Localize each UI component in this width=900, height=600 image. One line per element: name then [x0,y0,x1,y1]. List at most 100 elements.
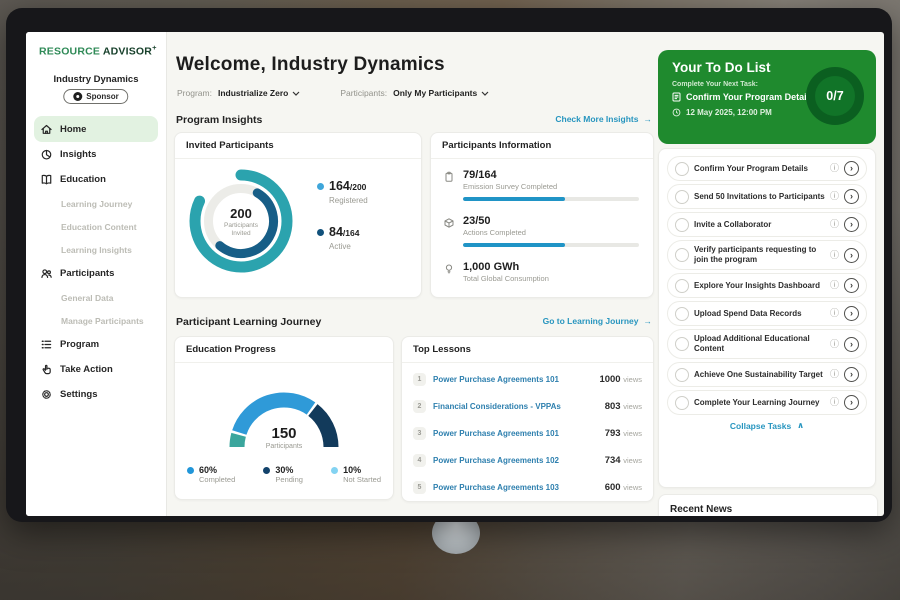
registered-dot [317,183,324,190]
info-icon: ⓘ [830,220,839,229]
legend-registered: 164/200 Registered [317,177,368,205]
chevron-right-icon[interactable]: › [844,367,859,382]
card-title: Top Lessons [402,337,653,363]
sponsor-icon [73,92,82,101]
todo-header-card: Your To Do List Complete Your Next Task:… [658,50,876,144]
chevron-right-icon[interactable]: › [844,217,859,232]
lesson-row: 5 Power Purchase Agreements 103 600 view… [402,474,653,501]
task-row[interactable]: Achieve One Sustainability Target ⓘ › [667,362,867,387]
chevron-right-icon[interactable]: › [844,161,859,176]
task-checkbox[interactable] [675,368,689,382]
task-checkbox[interactable] [675,279,689,293]
document-icon [672,92,681,102]
task-row[interactable]: Complete Your Learning Journey ⓘ › [667,390,867,415]
chevron-right-icon[interactable]: › [844,189,859,204]
sidebar-item-settings[interactable]: Settings [26,382,166,407]
monitor-bezel: RESOURCE ADVISOR+ Industry Dynamics Spon… [6,8,892,522]
rank-badge: 1 [413,373,426,386]
sidebar-item-participants[interactable]: Participants [26,261,166,286]
task-checkbox[interactable] [675,162,689,176]
hand-icon [40,363,53,376]
lesson-link[interactable]: Power Purchase Agreements 102 [433,456,598,465]
book-icon [40,173,53,186]
chevron-right-icon[interactable]: › [844,306,859,321]
lesson-row: 1 Power Purchase Agreements 101 1000 vie… [402,366,653,393]
sidebar-item-take-action[interactable]: Take Action [26,357,166,382]
sidebar-item-education[interactable]: Education [26,167,166,192]
task-checkbox[interactable] [675,307,689,321]
chevron-right-icon[interactable]: › [844,337,859,352]
app-logo: RESOURCE ADVISOR+ [39,43,157,58]
lesson-row: 3 Power Purchase Agreements 101 793 view… [402,420,653,447]
sidebar-item-home[interactable]: Home [34,116,158,142]
lesson-link[interactable]: Power Purchase Agreements 101 [433,375,592,384]
gauge-center-label: 150 Participants [234,425,334,451]
chevron-right-icon[interactable]: › [844,278,859,293]
chevron-down-icon [481,91,489,96]
sidebar-item-insights[interactable]: Insights [26,142,166,167]
task-row[interactable]: Verify participants requesting to join t… [667,240,867,270]
gear-icon [40,388,53,401]
card-title: Education Progress [175,337,393,363]
sidebar-item-learning-insights[interactable]: Learning Insights [26,238,166,261]
task-row[interactable]: Send 50 Invitations to Participants ⓘ › [667,184,867,209]
info-icon: ⓘ [830,281,839,290]
go-to-learning-journey-link[interactable]: Go to Learning Journey→ [521,316,652,326]
sidebar: RESOURCE ADVISOR+ Industry Dynamics Spon… [26,32,167,516]
not-started-dot [331,467,338,474]
sidebar-item-program[interactable]: Program [26,332,166,357]
lesson-link[interactable]: Power Purchase Agreements 103 [433,483,598,492]
task-row[interactable]: Invite a Collaborator ⓘ › [667,212,867,237]
info-icon: ⓘ [830,340,839,349]
task-checkbox[interactable] [675,248,689,262]
arrow-right-icon: → [644,316,653,326]
clock-icon [672,108,681,117]
sidebar-item-manage-participants[interactable]: Manage Participants [26,309,166,332]
recent-news-title: Recent News [659,495,877,516]
rank-badge: 4 [413,454,426,467]
lesson-row: 2 Financial Considerations - VPPAs 803 v… [402,393,653,420]
program-label: Program: [177,88,212,98]
todo-subtitle: Complete Your Next Task: [672,81,758,88]
legend-not-started: 10%Not Started [331,465,381,484]
check-more-insights-link[interactable]: Check More Insights→ [531,114,652,124]
task-checkbox[interactable] [675,218,689,232]
lesson-link[interactable]: Power Purchase Agreements 101 [433,429,598,438]
donut-center-label: 200 Participants Invited [201,206,281,239]
list-icon [40,338,53,351]
progress-fill [463,243,565,247]
task-checkbox[interactable] [675,190,689,204]
collapse-tasks-link[interactable]: Collapse Tasks ∧ [659,420,875,431]
clipboard-icon [443,171,455,201]
bulb-icon [443,263,455,283]
info-icon: ⓘ [830,164,839,173]
todo-due-date: 12 May 2025, 12:00 PM [672,108,772,117]
task-row[interactable]: Upload Spend Data Records ⓘ › [667,301,867,326]
todo-title: Your To Do List [672,60,771,75]
todo-progress-value: 0/7 [815,76,855,116]
rank-badge: 5 [413,481,426,494]
task-row[interactable]: Upload Additional Educational Content ⓘ … [667,329,867,359]
participants-select[interactable]: Only My Participants [393,88,489,98]
info-icon: ⓘ [830,309,839,318]
task-row[interactable]: Explore Your Insights Dashboard ⓘ › [667,273,867,298]
sidebar-item-learning-journey[interactable]: Learning Journey [26,192,166,215]
stat-emission-survey: 79/164 Emission Survey Completed [443,169,639,201]
lesson-link[interactable]: Financial Considerations - VPPAs [433,402,598,411]
info-icon: ⓘ [830,370,839,379]
chevron-right-icon[interactable]: › [844,248,859,263]
task-checkbox[interactable] [675,396,689,410]
sponsor-badge[interactable]: Sponsor [63,89,128,104]
legend-completed: 60%Completed [187,465,235,484]
sidebar-item-general-data[interactable]: General Data [26,286,166,309]
home-icon [40,123,53,136]
task-checkbox[interactable] [675,337,689,351]
progress-fill [463,197,565,201]
participants-label: Participants: [340,88,387,98]
info-icon: ⓘ [830,251,839,260]
chevron-right-icon[interactable]: › [844,395,859,410]
task-row[interactable]: Confirm Your Program Details ⓘ › [667,156,867,181]
sidebar-item-education-content[interactable]: Education Content [26,215,166,238]
card-title: Participants Information [431,133,653,159]
program-select[interactable]: Industrialize Zero [218,88,300,98]
